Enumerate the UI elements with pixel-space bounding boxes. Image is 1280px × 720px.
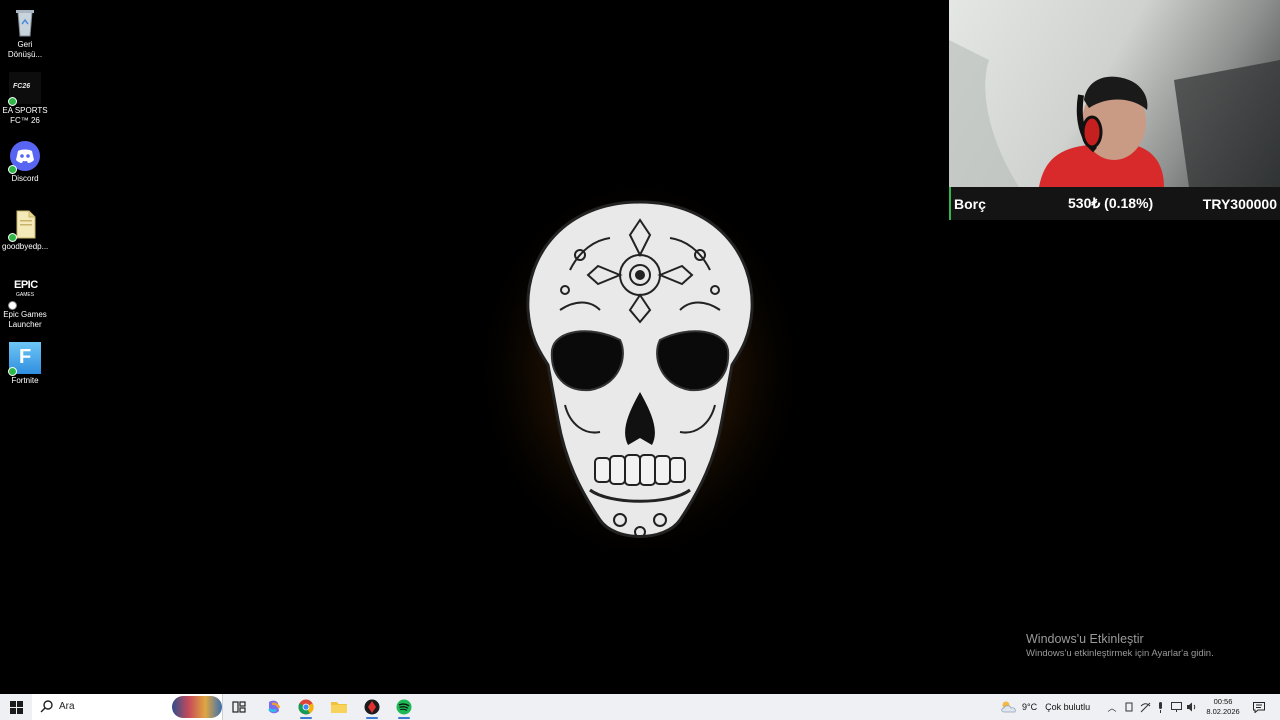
sync-status-icon — [8, 233, 17, 242]
folder-icon — [331, 702, 347, 713]
desktop-icon-epic-games[interactable]: EPIC GAMES Epic Games Launcher — [2, 276, 48, 330]
cloudy-weather-icon — [1001, 701, 1016, 713]
desktop-icon-discord[interactable]: Discord — [2, 140, 48, 184]
show-hidden-icons-button[interactable]: ︿ — [1104, 694, 1120, 720]
taskbar-file-explorer[interactable] — [324, 694, 354, 720]
monitor-icon — [1170, 702, 1182, 712]
microphone-icon — [1158, 701, 1162, 713]
running-indicator — [366, 717, 378, 719]
tray-device-icon[interactable] — [1121, 694, 1137, 720]
running-indicator — [398, 717, 410, 719]
epic-logo-text: EPIC — [14, 279, 38, 291]
webcam-overlay — [949, 0, 1280, 187]
start-button[interactable] — [0, 694, 32, 720]
taskbar: Ara 9°C Çok bulutlu ︿ 00:56 8.02.2026 — [0, 694, 1280, 720]
notification-icon — [1253, 701, 1265, 713]
desktop-icon-label: Fortnite — [11, 376, 39, 385]
tray-volume-icon[interactable] — [1183, 694, 1199, 720]
fortnite-icon: F — [8, 342, 41, 376]
desktop-icon-label: EA SPORTS FC™ 26 — [2, 106, 48, 125]
weather-condition: Çok bulutlu — [1045, 702, 1091, 712]
sync-status-icon — [8, 301, 17, 310]
desktop-icon-label: Epic Games Launcher — [3, 310, 47, 329]
desktop-icon-goodbyedpi[interactable]: goodbyedp... — [2, 208, 48, 252]
folder-file-icon — [8, 208, 41, 242]
system-clock[interactable]: 00:56 8.02.2026 — [1198, 694, 1248, 720]
running-indicator — [300, 717, 312, 719]
chevron-up-icon: ︿ — [1107, 702, 1117, 713]
recycle-bin-icon — [9, 6, 41, 38]
desktop-icon-label: Discord — [11, 174, 39, 183]
discord-icon — [8, 140, 41, 174]
desktop: Geri Dönüşü... FC26 EA SPORTS FC™ 26 Dis… — [0, 0, 1280, 694]
search-highlight-image — [172, 696, 222, 718]
desktop-icon-label: goodbyedp... — [2, 242, 49, 251]
sync-status-icon — [8, 165, 17, 174]
taskbar-copilot[interactable] — [259, 694, 289, 720]
sync-status-icon — [8, 97, 17, 106]
ea-sports-fc-icon: FC26 — [8, 72, 41, 106]
taskbar-task-view[interactable] — [224, 694, 254, 720]
search-icon — [40, 700, 53, 713]
ticker-value: TRY300000 — [1202, 195, 1277, 212]
clock-time: 00:56 — [1213, 697, 1233, 706]
desktop-icon-ea-sports-fc[interactable]: FC26 EA SPORTS FC™ 26 — [2, 72, 48, 126]
windows-logo-icon — [9, 700, 23, 714]
spotify-icon — [396, 699, 412, 715]
device-icon — [1125, 702, 1133, 712]
windows-activation-watermark: Windows'u Etkinleştir Windows'u etkinleş… — [1026, 631, 1214, 660]
taskbar-search-box[interactable]: Ara — [32, 694, 223, 720]
ticker-label: Borç — [954, 195, 986, 212]
desktop-icon-recycle-bin[interactable]: Geri Dönüşü... — [2, 6, 48, 60]
weather-widget[interactable]: 9°C Çok bulutlu — [1000, 694, 1098, 720]
fortnite-logo-text: F — [19, 346, 32, 368]
tray-network-icon[interactable] — [1137, 694, 1153, 720]
epic-games-icon: EPIC GAMES — [8, 276, 41, 310]
stock-ticker-overlay: Borç 530₺ (0.18%) TRY300000 — [949, 187, 1280, 220]
desktop-icon-fortnite[interactable]: F Fortnite — [2, 342, 48, 386]
epic-logo-subtext: GAMES — [16, 292, 35, 298]
webcam-person-image — [949, 40, 1280, 187]
activation-subtitle: Windows'u etkinleştirmek için Ayarlar'a … — [1026, 648, 1214, 659]
desktop-icon-label: Geri Dönüşü... — [7, 40, 43, 59]
ticker-change: 530₺ (0.18%) — [1068, 195, 1154, 211]
speaker-icon — [1186, 702, 1195, 712]
taskbar-chrome[interactable] — [291, 694, 321, 720]
tray-microphone-icon[interactable] — [1152, 694, 1168, 720]
search-placeholder: Ara — [59, 701, 75, 712]
sync-status-icon — [8, 367, 17, 376]
taskbar-app-red-black[interactable] — [357, 694, 387, 720]
activation-title: Windows'u Etkinleştir — [1026, 632, 1144, 646]
notification-center-button[interactable] — [1250, 694, 1268, 720]
copilot-icon — [268, 700, 281, 714]
weather-temperature: 9°C — [1022, 702, 1038, 712]
tray-display-icon[interactable] — [1168, 694, 1184, 720]
clock-date: 8.02.2026 — [1206, 707, 1240, 716]
skull-wallpaper — [470, 170, 810, 570]
task-view-icon — [232, 701, 246, 713]
app-red-black-icon — [364, 699, 380, 715]
network-off-icon — [1140, 702, 1150, 712]
chrome-icon — [298, 699, 314, 715]
taskbar-spotify[interactable] — [389, 694, 419, 720]
